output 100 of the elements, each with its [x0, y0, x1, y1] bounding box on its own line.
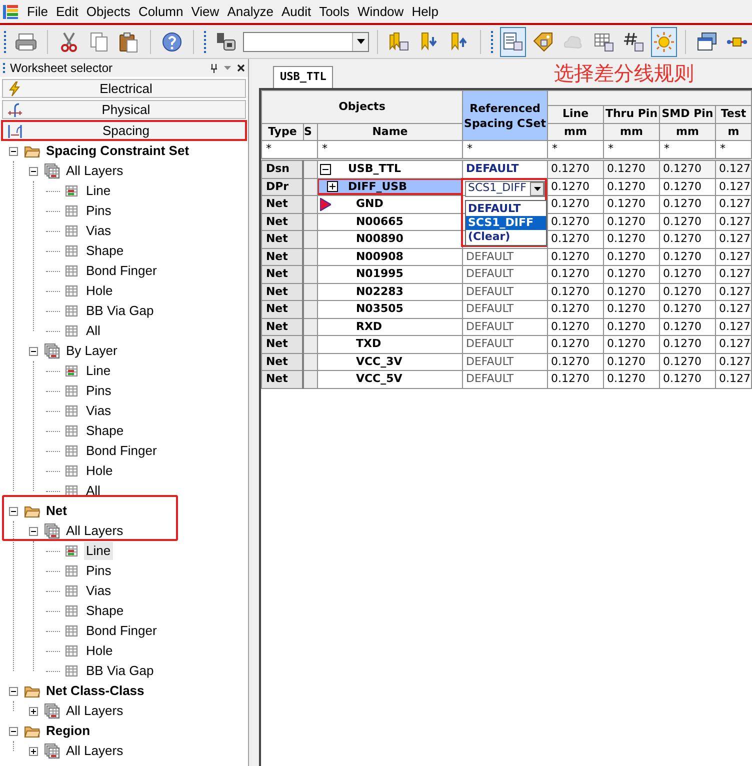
- filter-cell[interactable]: *: [604, 140, 660, 158]
- worksheet-tab[interactable]: Spacing: [2, 121, 246, 140]
- tree-item[interactable]: By Layer: [64, 342, 120, 360]
- tree-item[interactable]: Hole: [84, 462, 115, 480]
- table-cell-text: USB_TTL: [348, 161, 401, 177]
- tree-item[interactable]: Bond Finger: [84, 442, 159, 460]
- tree-item[interactable]: All: [84, 482, 102, 500]
- menu-item[interactable]: Window: [353, 2, 408, 22]
- sheet-icon: [64, 563, 80, 579]
- tree-item[interactable]: Pins: [84, 562, 114, 580]
- worksheet-tab[interactable]: Physical: [2, 100, 246, 119]
- menu-item[interactable]: View: [187, 2, 224, 22]
- table-cell: 0.127: [716, 213, 752, 230]
- collapse-icon[interactable]: [8, 506, 18, 516]
- windows-icon: [696, 30, 718, 52]
- menu-item[interactable]: Analyze: [223, 2, 278, 22]
- expand-icon[interactable]: [326, 181, 338, 192]
- table-cell-text: DEFAULT: [465, 372, 514, 385]
- table-cell: 0.1270: [604, 336, 660, 353]
- filter-cell[interactable]: *: [261, 140, 318, 158]
- collapse-icon[interactable]: [8, 146, 18, 156]
- table-cell: Net: [261, 266, 304, 283]
- collapse-icon[interactable]: [28, 346, 38, 356]
- tree-item[interactable]: BB Via Gap: [84, 662, 156, 680]
- close-icon[interactable]: [236, 64, 245, 72]
- tree-item[interactable]: Line: [84, 542, 113, 560]
- column-header: mm: [604, 123, 660, 140]
- tree-item[interactable]: Vias: [84, 402, 114, 420]
- menu-item[interactable]: Objects: [82, 2, 134, 22]
- collapse-icon[interactable]: [8, 686, 18, 696]
- sheet-icon: [64, 623, 80, 639]
- filter-cell[interactable]: *: [462, 140, 548, 158]
- filter-cell[interactable]: *: [548, 140, 604, 158]
- filter-cell[interactable]: *: [716, 140, 752, 158]
- dropdown-option[interactable]: SCS1_DIFF: [466, 216, 546, 230]
- filter-cell[interactable]: *: [660, 140, 716, 158]
- tree-item[interactable]: Shape: [84, 602, 126, 620]
- table-cell-text: DEFAULT: [465, 337, 514, 350]
- net-combo-box[interactable]: [243, 32, 370, 52]
- table-cell: 0.1270: [660, 248, 716, 266]
- table-cell: 0.1270: [604, 178, 660, 196]
- menu-item[interactable]: Column: [134, 2, 188, 22]
- worksheet-tab[interactable]: Electrical: [2, 79, 246, 98]
- tree-item[interactable]: Shape: [84, 242, 126, 260]
- table-cell: 0.1270: [604, 283, 660, 300]
- layers-icon: [44, 703, 60, 719]
- table-cell: Net: [261, 300, 304, 318]
- tree-item[interactable]: Line: [84, 182, 113, 200]
- tree-item[interactable]: BB Via Gap: [84, 302, 156, 320]
- tag-icon: [532, 30, 554, 52]
- collapse-icon[interactable]: [8, 726, 18, 736]
- sun-button[interactable]: [650, 26, 677, 56]
- tree-item[interactable]: Bond Finger: [84, 622, 159, 640]
- pin-icon[interactable]: [210, 63, 218, 73]
- tree-item[interactable]: Vias: [84, 582, 114, 600]
- tree-item[interactable]: Shape: [84, 422, 126, 440]
- tree-item[interactable]: Hole: [84, 642, 115, 660]
- column-header: Objects: [261, 90, 462, 123]
- tree-item[interactable]: Net Class-Class: [44, 682, 146, 700]
- sheet-icon: [64, 363, 80, 379]
- table-cell: Net: [261, 230, 304, 248]
- tree-item[interactable]: Vias: [84, 222, 114, 240]
- tree-item[interactable]: Pins: [84, 382, 114, 400]
- spacing-icon: [7, 122, 23, 138]
- collapse-icon[interactable]: [28, 526, 38, 536]
- expand-icon[interactable]: [28, 706, 38, 716]
- printer-icon: [14, 30, 37, 52]
- tree-item[interactable]: Hole: [84, 282, 115, 300]
- tree-item[interactable]: All: [84, 322, 102, 340]
- menu-item[interactable]: Help: [408, 2, 442, 22]
- tree-item[interactable]: Line: [84, 362, 113, 380]
- tree-item[interactable]: Bond Finger: [84, 262, 159, 280]
- table-cell: 0.127: [716, 353, 752, 370]
- copy-icon: [88, 30, 110, 52]
- table-cell: 0.1270: [548, 266, 604, 283]
- filter-cell[interactable]: *: [317, 140, 462, 158]
- menu-item[interactable]: Audit: [277, 2, 316, 22]
- tree-item[interactable]: All Layers: [64, 522, 126, 540]
- table-cell: 0.1270: [548, 283, 604, 300]
- expand-icon[interactable]: [28, 746, 38, 756]
- tree-item[interactable]: All Layers: [64, 702, 126, 720]
- collapse-icon[interactable]: [320, 164, 331, 175]
- tree-item[interactable]: Pins: [84, 202, 114, 220]
- tree-item[interactable]: All Layers: [64, 162, 126, 180]
- tree-item[interactable]: All Layers: [64, 742, 126, 760]
- tree-item[interactable]: Spacing Constraint Set: [44, 142, 192, 160]
- tree-item[interactable]: Region: [44, 722, 92, 740]
- table-cell: 0.1270: [660, 336, 716, 353]
- worksheet-button[interactable]: [500, 26, 526, 56]
- table-cell: 0.1270: [660, 160, 716, 178]
- worksheet-tab[interactable]: USB_TTL: [272, 66, 334, 88]
- collapse-icon[interactable]: [28, 166, 38, 176]
- cset-combo-box[interactable]: SCS1_DIFF: [465, 180, 545, 196]
- menu-item[interactable]: Edit: [52, 2, 82, 22]
- menu-item[interactable]: Tools: [315, 2, 354, 22]
- dropdown-option[interactable]: DEFAULT: [466, 202, 546, 216]
- tree-item[interactable]: Net: [44, 502, 69, 520]
- menu-item[interactable]: File: [23, 2, 52, 22]
- table-cell-text: DEFAULT: [465, 354, 514, 368]
- table-cell-text: DEFAULT: [465, 162, 519, 175]
